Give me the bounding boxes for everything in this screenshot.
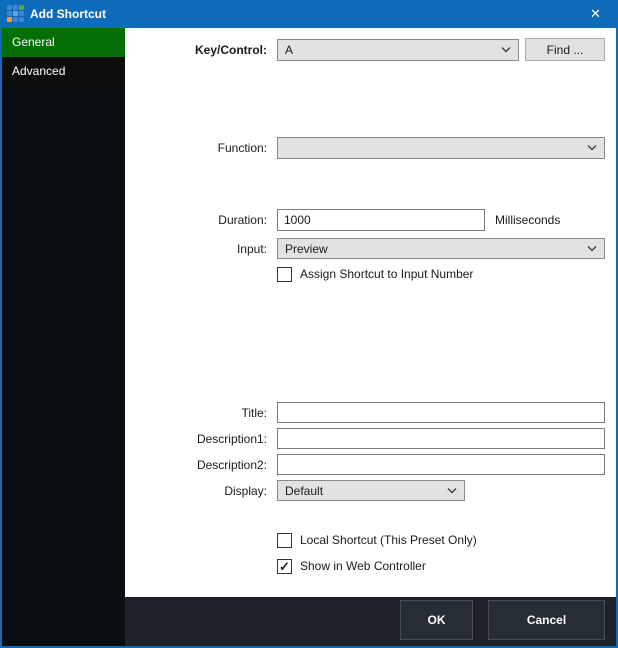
key-control-value: A — [285, 43, 293, 57]
chevron-down-icon — [501, 47, 511, 53]
close-button[interactable]: ✕ — [573, 0, 618, 28]
sidebar-item-general[interactable]: General — [2, 28, 125, 57]
display-label: Display: — [125, 480, 267, 502]
milliseconds-label: Milliseconds — [495, 209, 560, 231]
app-logo-icon — [7, 5, 24, 22]
function-dropdown[interactable] — [277, 137, 605, 159]
title-label: Title: — [125, 402, 267, 424]
form-panel: Key/Control: A Find ... Function: Durati… — [125, 28, 616, 597]
find-button[interactable]: Find ... — [525, 38, 605, 61]
chevron-down-icon — [447, 488, 457, 494]
footer-bar: OK Cancel — [125, 597, 616, 646]
web-controller-checkbox-row[interactable]: Show in Web Controller — [277, 558, 426, 574]
assign-shortcut-label: Assign Shortcut to Input Number — [300, 267, 473, 281]
description2-input[interactable] — [277, 454, 605, 475]
add-shortcut-dialog: Add Shortcut ✕ General Advanced Key/Cont… — [0, 0, 618, 648]
ok-button[interactable]: OK — [400, 600, 473, 640]
local-shortcut-checkbox-row[interactable]: Local Shortcut (This Preset Only) — [277, 532, 477, 548]
cancel-button[interactable]: Cancel — [488, 600, 605, 640]
title-bar[interactable]: Add Shortcut ✕ — [0, 0, 618, 28]
web-controller-label: Show in Web Controller — [300, 559, 426, 573]
display-dropdown[interactable]: Default — [277, 480, 465, 501]
duration-input[interactable] — [277, 209, 485, 231]
key-control-label: Key/Control: — [125, 39, 267, 61]
input-label: Input: — [125, 238, 267, 260]
input-value: Preview — [285, 242, 328, 256]
window-title: Add Shortcut — [30, 0, 106, 28]
key-control-dropdown[interactable]: A — [277, 39, 519, 61]
chevron-down-icon — [587, 246, 597, 252]
input-dropdown[interactable]: Preview — [277, 238, 605, 259]
description1-input[interactable] — [277, 428, 605, 449]
function-label: Function: — [125, 137, 267, 159]
duration-label: Duration: — [125, 209, 267, 231]
description1-label: Description1: — [125, 428, 267, 450]
description2-label: Description2: — [125, 454, 267, 476]
assign-shortcut-checkbox[interactable] — [277, 267, 292, 282]
display-value: Default — [285, 484, 323, 498]
local-shortcut-checkbox[interactable] — [277, 533, 292, 548]
close-icon: ✕ — [590, 6, 601, 22]
web-controller-checkbox[interactable] — [277, 559, 292, 574]
chevron-down-icon — [587, 145, 597, 151]
title-input[interactable] — [277, 402, 605, 423]
sidebar-item-advanced[interactable]: Advanced — [2, 57, 125, 86]
assign-shortcut-checkbox-row[interactable]: Assign Shortcut to Input Number — [277, 266, 473, 282]
sidebar: General Advanced — [2, 28, 125, 646]
local-shortcut-label: Local Shortcut (This Preset Only) — [300, 533, 477, 547]
